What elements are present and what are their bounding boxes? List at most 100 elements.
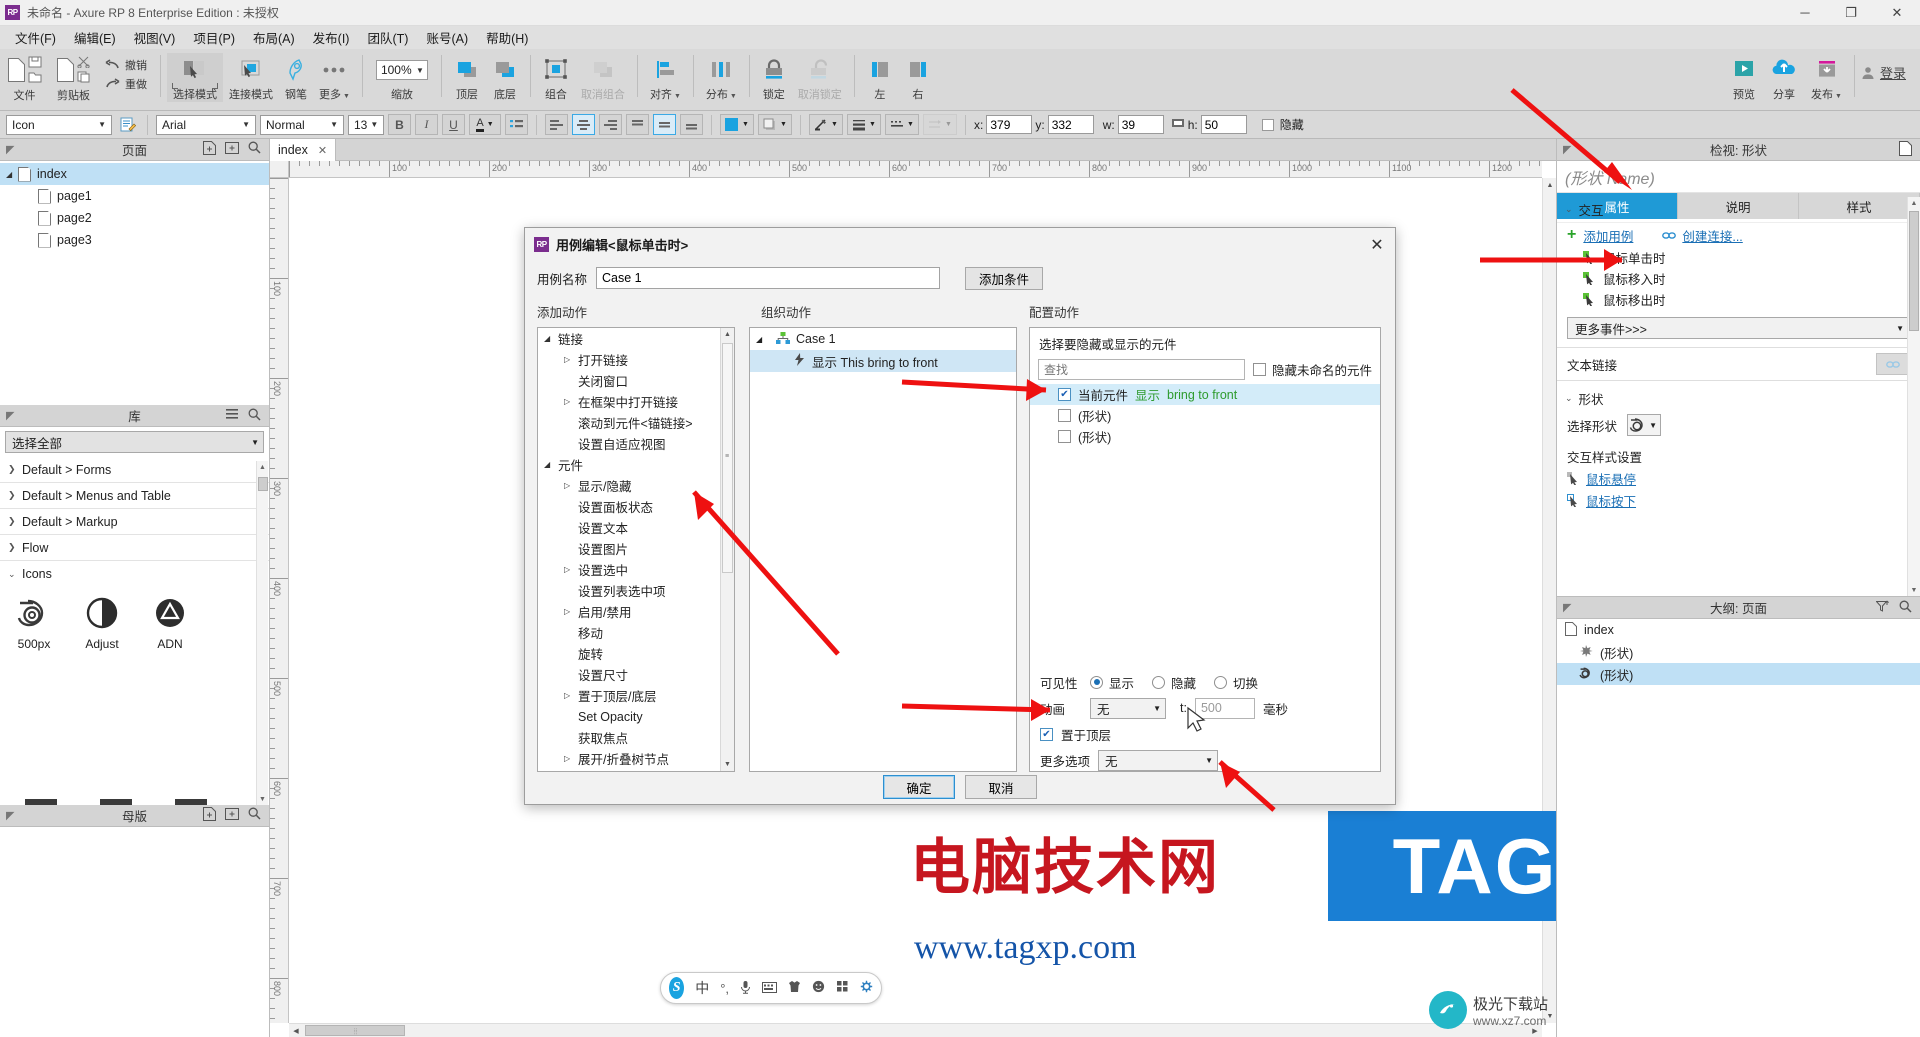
publish-button[interactable]: 发布 ▼ (1805, 53, 1848, 102)
radio-hide[interactable] (1152, 675, 1166, 689)
collapse-arrow-icon[interactable]: ◤ (6, 809, 14, 822)
y-input[interactable] (1047, 115, 1094, 134)
scroll-left-icon[interactable]: ◀ (289, 1024, 303, 1037)
lock-button[interactable]: 锁定 (756, 53, 792, 102)
library-icon-adn[interactable]: ADN (136, 595, 204, 651)
menu-item-2[interactable]: 视图(V) (125, 25, 185, 50)
italic-button[interactable]: I (415, 114, 438, 135)
event-row[interactable]: 鼠标单击时 (1557, 247, 1920, 268)
action-tree-row[interactable]: ◢ 链接 (538, 328, 720, 349)
bullet-list-button[interactable] (505, 114, 528, 135)
tree-arrow-icon[interactable]: ▷ (564, 565, 578, 574)
search-icon[interactable] (248, 141, 261, 158)
valign-middle-button[interactable] (653, 114, 676, 135)
interaction-section-header[interactable]: ⌄ 交互 (1557, 197, 1920, 223)
action-tree-row[interactable]: ▷ 设置选中 (538, 559, 720, 580)
tree-arrow-icon[interactable]: ▷ (564, 607, 578, 616)
radio-toggle[interactable] (1214, 675, 1228, 689)
page-tree-row[interactable]: page2 (0, 207, 269, 229)
shape-picker[interactable]: ▼ (1627, 414, 1662, 436)
ungroup-button[interactable]: 取消组合 (575, 53, 631, 102)
add-folder-icon[interactable] (225, 141, 239, 158)
action-tree-row[interactable]: 关闭窗口 (538, 370, 720, 391)
line-style-button[interactable]: ▼ (885, 114, 919, 135)
vertical-ruler[interactable]: 100 200 300 400 500 600 700 800 (270, 178, 289, 1023)
collapse-arrow-icon[interactable]: ◤ (6, 143, 14, 156)
search-icon[interactable] (1899, 600, 1912, 616)
menu-item-6[interactable]: 团队(T) (358, 25, 417, 50)
bring-front-checkbox[interactable]: ✔ (1040, 727, 1053, 741)
action-tree-row[interactable]: 设置文本 (538, 517, 720, 538)
action-tree-row[interactable]: ▷ 显示/隐藏 (538, 475, 720, 496)
smiley-icon[interactable] (812, 980, 825, 996)
action-tree-row[interactable]: 设置图片 (538, 538, 720, 559)
menu-item-8[interactable]: 帮助(H) (477, 25, 537, 50)
align-left-button[interactable] (545, 114, 568, 135)
left-button[interactable]: 左 (861, 53, 899, 102)
group-button[interactable]: 组合 (537, 53, 575, 102)
mic-icon[interactable] (740, 980, 751, 997)
inspector-scrollbar[interactable]: ▲ ▼ (1907, 197, 1920, 596)
send-to-back-button[interactable]: 底层 (486, 53, 524, 102)
tree-arrow-icon[interactable]: ◢ (544, 334, 558, 343)
line-color-button[interactable]: ▼ (809, 114, 843, 135)
visibility-option-toggle[interactable]: 切换 (1214, 673, 1258, 692)
horizontal-ruler[interactable]: 1002003004005006007008009001000110012001… (289, 161, 1542, 178)
shadow-button[interactable]: ▼ (758, 114, 792, 135)
font-style-select[interactable]: Normal ▼ (260, 114, 344, 135)
add-page-icon[interactable] (203, 141, 216, 158)
library-group-row[interactable]: ❯ Default > Forms (0, 457, 269, 483)
mouse-hover-link[interactable]: 鼠标悬停 (1586, 469, 1636, 488)
scroll-up-icon[interactable]: ▲ (1543, 178, 1557, 192)
action-tree-row[interactable]: 获取焦点 (538, 727, 720, 748)
font-family-select[interactable]: Arial ▼ (156, 114, 256, 135)
collapse-arrow-icon[interactable]: ◤ (1563, 143, 1571, 156)
unlock-button[interactable]: 取消锁定 (792, 53, 848, 102)
library-icon-500px[interactable]: 500px (0, 595, 68, 651)
bring-to-front-button[interactable]: 顶层 (448, 53, 486, 102)
hidden-checkbox-row[interactable]: 隐藏 (1261, 116, 1304, 133)
action-tree-row[interactable]: 设置尺寸 (538, 664, 720, 685)
menu-item-7[interactable]: 账号(A) (417, 25, 477, 50)
redo-row[interactable]: 重做 (105, 76, 147, 92)
ribbon-group-clipboard[interactable]: 剪贴板 (49, 53, 98, 103)
menu-item-0[interactable]: 文件(F) (6, 25, 65, 50)
actions-tree-box[interactable]: ◢ 链接 ▷ 打开链接 关闭窗口 ▷ 在框架中打开链接 滚动到元件<锚链接> 设置自适应视图 ◢ 元… (537, 327, 735, 772)
zoom-select[interactable]: 100% ▼ (375, 60, 428, 80)
action-tree-row[interactable]: 设置列表选中项 (538, 580, 720, 601)
add-master-icon[interactable] (203, 807, 216, 824)
collapse-arrow-icon[interactable]: ◤ (6, 409, 14, 422)
case-name-input[interactable] (596, 267, 941, 289)
gear-icon[interactable] (860, 980, 873, 996)
action-tree-row[interactable]: 滚动到元件<锚链接> (538, 412, 720, 433)
connect-mode-button[interactable]: 连接模式 (223, 53, 279, 102)
hidden-checkbox[interactable] (1261, 118, 1274, 131)
font-size-select[interactable]: 13 ▼ (348, 114, 384, 135)
right-button[interactable]: 右 (899, 53, 937, 102)
valign-top-button[interactable] (626, 114, 649, 135)
library-menu-icon[interactable] (225, 408, 239, 424)
menu-item-1[interactable]: 编辑(E) (65, 25, 125, 50)
sogou-logo-icon[interactable]: S (669, 977, 685, 999)
page-note-icon[interactable] (1899, 140, 1912, 159)
close-icon[interactable]: ✕ (318, 144, 327, 157)
line-width-button[interactable]: ▼ (847, 114, 881, 135)
minimize-button[interactable]: ─ (1782, 0, 1828, 26)
inspector-widget-name[interactable]: (形状 Name) (1557, 161, 1920, 193)
select-mode-button[interactable]: 选择模式 (167, 53, 223, 102)
scroll-up-icon[interactable]: ▲ (1908, 197, 1920, 209)
login-label[interactable]: 登录 (1880, 63, 1906, 82)
undo-row[interactable]: 撤销 (105, 57, 147, 73)
grid-icon[interactable] (836, 980, 849, 996)
text-link-button[interactable] (1876, 353, 1910, 375)
close-button[interactable]: ✕ (1874, 0, 1920, 26)
page-tree-row[interactable]: ◢ index (0, 163, 269, 185)
widget-search-input[interactable] (1038, 359, 1245, 380)
w-input[interactable] (1117, 115, 1164, 134)
pen-button[interactable]: 钢笔 (279, 53, 313, 102)
canvas-tab-index[interactable]: index ✕ (270, 139, 337, 161)
ime-punctuation-toggle[interactable]: °, (720, 981, 729, 996)
keyboard-icon[interactable] (762, 981, 777, 996)
menu-item-5[interactable]: 发布(I) (304, 25, 359, 50)
underline-button[interactable]: U (442, 114, 465, 135)
